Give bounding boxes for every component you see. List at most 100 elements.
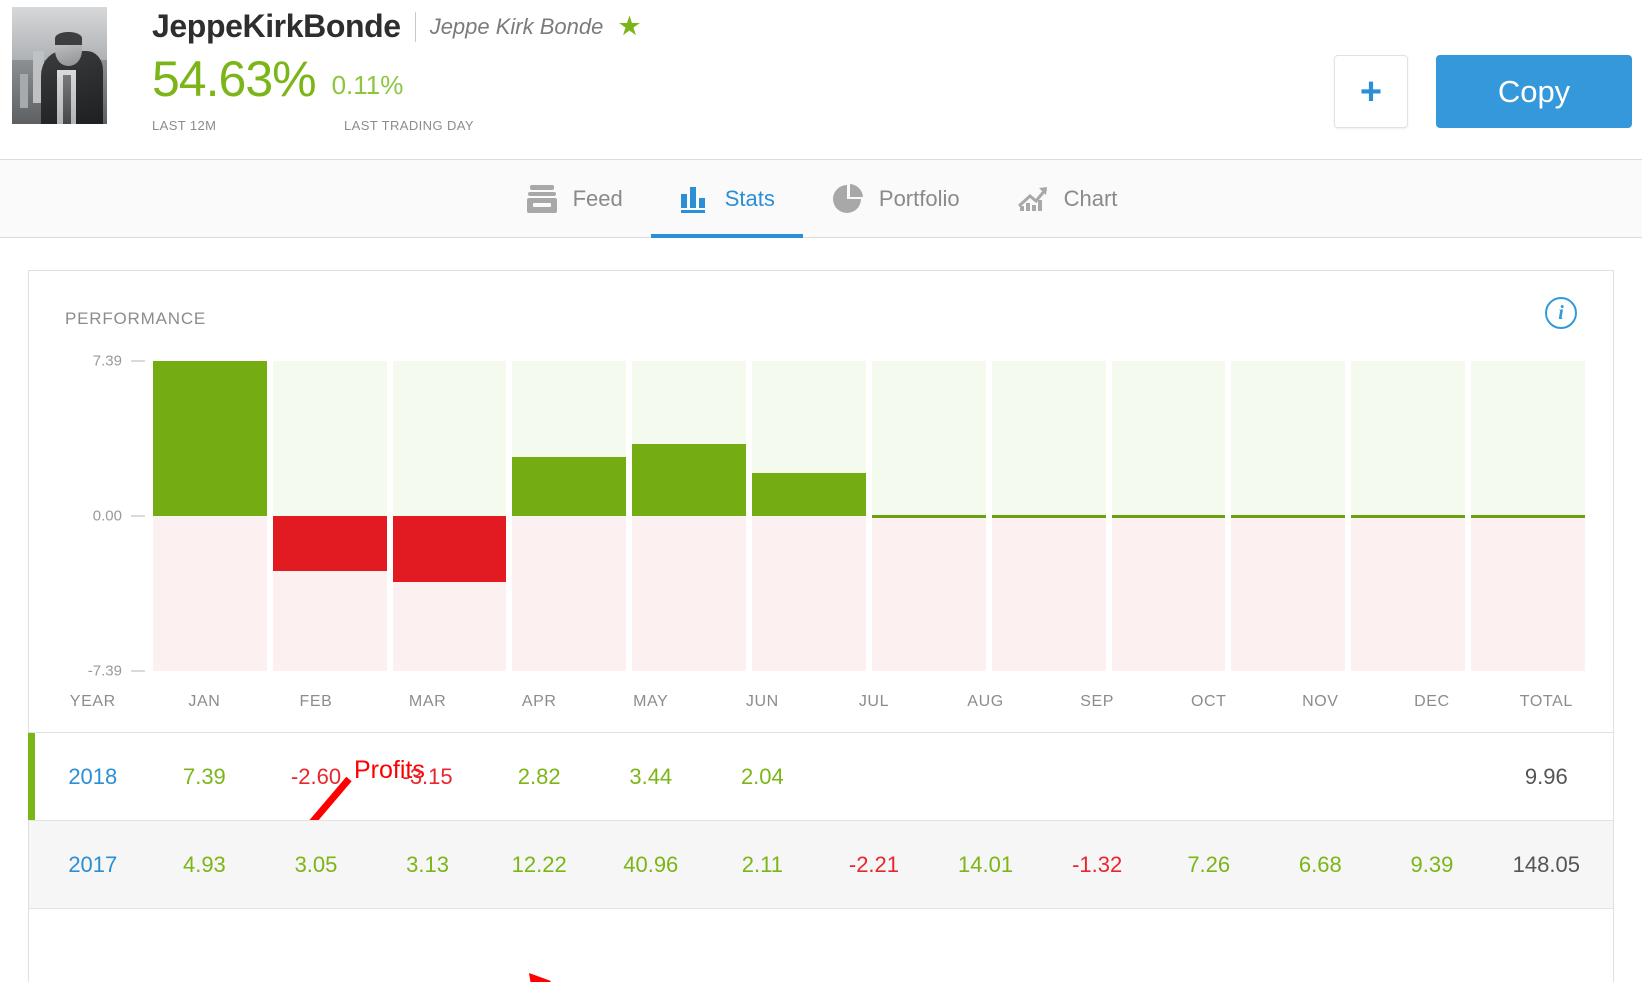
y-axis-tick-dash <box>131 360 145 362</box>
losing-months-arrow-icon <box>529 973 551 982</box>
table-cell-month-value: 14.01 <box>958 851 1014 877</box>
table-column-header: OCT <box>1190 692 1227 710</box>
chart-negative-background <box>991 516 1106 671</box>
username: JeppeKirkBonde <box>152 8 401 44</box>
chart-negative-background <box>1231 516 1346 671</box>
chart-zero-line <box>1471 515 1585 518</box>
chart-positive-background <box>1351 361 1466 516</box>
y-axis-tick: 0.00 <box>93 508 145 525</box>
profile-name-row: JeppeKirkBonde Jeppe Kirk Bonde ★ <box>152 8 642 45</box>
y-axis-tick-label: 7.39 <box>92 352 122 370</box>
chart-bar-positive[interactable] <box>632 443 747 516</box>
chart-bar-column[interactable] <box>392 361 507 671</box>
table-cell-month-value: 3.13 <box>406 851 449 877</box>
table-cell-year[interactable]: 2018 <box>37 764 149 790</box>
row-accent-bar <box>28 733 35 820</box>
copy-button[interactable]: Copy <box>1436 55 1632 128</box>
table-cell-month-value: 6.68 <box>1298 851 1342 877</box>
name-separator <box>414 11 416 42</box>
chart-zero-line <box>1111 515 1226 518</box>
y-axis-tick: 7.39 <box>93 353 145 370</box>
table-cell-month-value: 9.39 <box>1410 851 1454 877</box>
avatar-person-hair <box>54 31 82 45</box>
chart-zero-line <box>991 515 1106 518</box>
chart-bar-column[interactable] <box>991 361 1106 671</box>
bar-chart-icon <box>679 184 711 214</box>
chart-bar-negative[interactable] <box>392 516 507 583</box>
chart-negative-background <box>512 516 627 671</box>
chart-bar-column[interactable] <box>1231 361 1346 671</box>
chart-zero-line <box>871 515 986 518</box>
tab-stats-label: Stats <box>724 185 775 211</box>
chart-bar-positive[interactable] <box>512 456 627 516</box>
plus-icon: + <box>1359 70 1383 113</box>
table-cell-month-value: 2.11 <box>741 851 783 877</box>
chart-negative-background <box>632 516 747 671</box>
chart-negative-background <box>752 516 866 671</box>
table-cell-month-value: -2.60 <box>290 763 342 789</box>
chart-bar-column[interactable] <box>632 361 747 671</box>
table-column-header: JUL <box>858 692 890 710</box>
chart-bar-positive[interactable] <box>752 473 866 516</box>
page-root: JeppeKirkBonde Jeppe Kirk Bonde ★ 54.63%… <box>0 0 1642 982</box>
y-axis-tick: -7.39 <box>88 663 145 680</box>
table-cell-month-value: 40.96 <box>623 851 679 877</box>
tab-feed[interactable]: Feed <box>497 160 651 237</box>
chart-positive-background <box>392 361 507 516</box>
table-column-header: TOTAL <box>1519 692 1573 710</box>
chart-bar-column[interactable] <box>1351 361 1466 671</box>
table-column-header: FEB <box>299 692 333 710</box>
add-button[interactable]: + <box>1334 55 1408 128</box>
table-cell-total: 148.05 <box>1512 851 1580 877</box>
avatar <box>12 7 107 124</box>
tab-portfolio[interactable]: Portfolio <box>803 160 988 237</box>
table-row[interactable]: 2017 4.93 3.05 3.13 12.22 40.96 2.11 -2.21 14.01… <box>29 821 1613 909</box>
label-last-12m: LAST 12M <box>152 118 217 133</box>
table-cell-month-value: 12.22 <box>511 851 567 877</box>
label-last-trading-day: LAST TRADING DAY <box>344 118 474 133</box>
y-axis-tick-dash <box>131 515 145 517</box>
table-cell-month-value: 2.82 <box>517 763 561 789</box>
tab-chart[interactable]: Chart <box>988 160 1146 237</box>
chart-bar-column[interactable] <box>272 361 387 671</box>
chart-zero-line <box>1231 515 1346 518</box>
performance-day-value: 0.11% <box>331 70 404 101</box>
tab-chart-label: Chart <box>1063 185 1118 211</box>
table-row[interactable]: 2018 7.39 -2.60 -3.15 2.82 3.44 2.04 9.96 <box>28 733 1613 821</box>
table-cell-month-value: -1.32 <box>1072 851 1123 877</box>
table-column-header: JAN <box>188 692 221 710</box>
real-name: Jeppe Kirk Bonde <box>429 13 604 39</box>
chart-bar-column[interactable] <box>752 361 866 671</box>
table-cell-month-value: 3.44 <box>629 763 673 789</box>
chart-bar-column[interactable] <box>1111 361 1226 671</box>
chart-bar-column[interactable] <box>1471 361 1585 671</box>
chart-positive-background <box>272 361 387 516</box>
chart-bar-column[interactable] <box>512 361 627 671</box>
table-column-header: NOV <box>1302 692 1339 710</box>
chart-positive-background <box>1471 361 1585 516</box>
chart-bar-column[interactable] <box>153 361 267 671</box>
performance-card: PERFORMANCE i 7.390.00-7.39 Profits Losi… <box>28 270 1614 982</box>
profile-header: JeppeKirkBonde Jeppe Kirk Bonde ★ 54.63%… <box>0 0 1642 160</box>
performance-row: 54.63% 0.11% <box>152 54 404 103</box>
chart-bar-column[interactable] <box>871 361 986 671</box>
table-column-header: MAR <box>408 692 447 710</box>
table-header-row: YEAR JAN FEB MAR APR MAY JUN JUL AUG SEP OCT NOV DEC… <box>29 671 1613 733</box>
tab-stats[interactable]: Stats <box>650 160 804 238</box>
feed-icon <box>525 184 559 214</box>
tab-feed-label: Feed <box>572 185 623 211</box>
table-cell-month-value: -2.21 <box>848 851 900 877</box>
table-column-header: MAY <box>633 692 669 710</box>
star-icon[interactable]: ★ <box>617 13 641 40</box>
table-body: 2018 7.39 -2.60 -3.15 2.82 3.44 2.04 9.96 2017 4.… <box>28 733 1613 909</box>
chart-negative-background <box>1111 516 1226 671</box>
table-cell-month-value: 4.93 <box>182 851 226 877</box>
y-axis-tick-dash <box>131 670 145 672</box>
table-cell-year[interactable]: 2017 <box>37 852 149 878</box>
chart-positive-background <box>871 361 986 516</box>
chart-zero-line <box>1351 515 1466 518</box>
table-cell-month-value: -3.15 <box>402 763 453 789</box>
chart-bar-negative[interactable] <box>272 516 387 571</box>
info-icon[interactable]: i <box>1545 297 1577 329</box>
chart-bar-positive[interactable] <box>153 361 267 516</box>
